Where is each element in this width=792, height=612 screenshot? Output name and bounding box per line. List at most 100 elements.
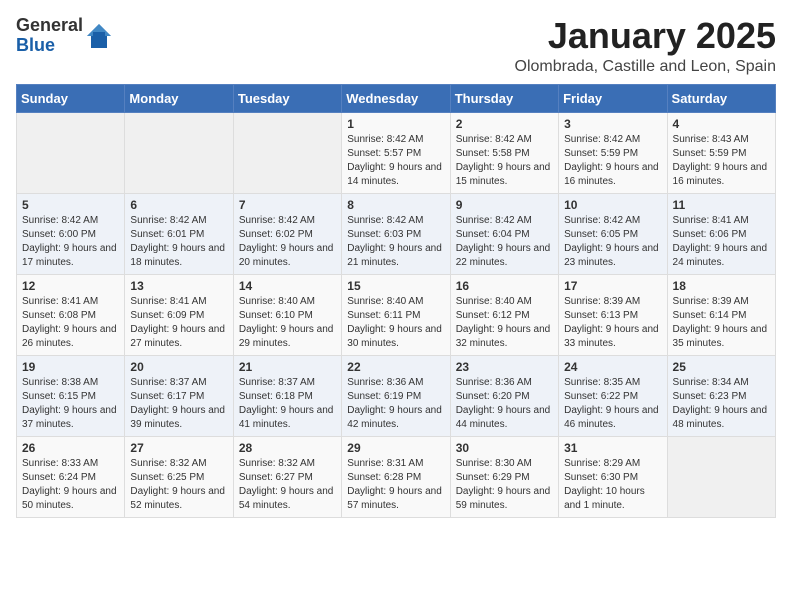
day-header-saturday: Saturday (667, 84, 775, 112)
calendar-cell: 24 Sunrise: 8:35 AMSunset: 6:22 PMDayligh… (559, 355, 667, 436)
calendar-cell: 14Sunrise: 8:40 AMSunset: 6:10 PMDayligh… (233, 274, 341, 355)
day-header-friday: Friday (559, 84, 667, 112)
cell-info: Sunrise: 8:41 AMSunset: 6:08 PMDaylight:… (22, 295, 119, 351)
calendar-cell: 12 Sunrise: 8:41 AMSunset: 6:08 PMDayligh… (17, 274, 125, 355)
calendar-cell: 10 Sunrise: 8:42 AMSunset: 6:05 PMDayligh… (559, 193, 667, 274)
calendar-cell (233, 112, 341, 193)
calendar-week-4: 19 Sunrise: 8:38 AMSunset: 6:15 PMDayligh… (17, 355, 776, 436)
cell-info: Sunrise: 8:42 AMSunset: 5:58 PMDaylight:… (456, 133, 553, 189)
cell-info: Sunrise: 8:36 AMSunset: 6:20 PMDaylight:… (456, 376, 553, 432)
day-number: 13 (130, 279, 227, 293)
calendar-week-5: 26 Sunrise: 8:33 AMSunset: 6:24 PMDayligh… (17, 436, 776, 517)
calendar-cell: 30Sunrise: 8:30 AMSunset: 6:29 PMDayligh… (450, 436, 558, 517)
calendar-cell (667, 436, 775, 517)
day-header-sunday: Sunday (17, 84, 125, 112)
cell-info: Sunrise: 8:32 AMSunset: 6:27 PMDaylight:… (239, 457, 336, 513)
calendar-week-1: 1 Sunrise: 8:42 AMSunset: 5:57 PMDaylight… (17, 112, 776, 193)
day-number: 23 (456, 360, 553, 374)
day-header-thursday: Thursday (450, 84, 558, 112)
day-number: 3 (564, 117, 661, 131)
cell-info: Sunrise: 8:37 AMSunset: 6:18 PMDaylight:… (239, 376, 336, 432)
day-number: 9 (456, 198, 553, 212)
day-number: 16 (456, 279, 553, 293)
day-number: 8 (347, 198, 444, 212)
cell-info: Sunrise: 8:29 AMSunset: 6:30 PMDaylight:… (564, 457, 661, 513)
calendar-cell: 18 Sunrise: 8:39 AMSunset: 6:14 PMDayligh… (667, 274, 775, 355)
day-number: 21 (239, 360, 336, 374)
calendar-header-row: SundayMondayTuesdayWednesdayThursdayFrid… (17, 84, 776, 112)
calendar-week-3: 12 Sunrise: 8:41 AMSunset: 6:08 PMDayligh… (17, 274, 776, 355)
cell-info: Sunrise: 8:41 AMSunset: 6:06 PMDaylight:… (673, 214, 770, 270)
day-number: 4 (673, 117, 770, 131)
logo-icon (85, 22, 113, 50)
calendar-cell: 3Sunrise: 8:42 AMSunset: 5:59 PMDaylight… (559, 112, 667, 193)
cell-info: Sunrise: 8:36 AMSunset: 6:19 PMDaylight:… (347, 376, 444, 432)
calendar-cell: 26 Sunrise: 8:33 AMSunset: 6:24 PMDayligh… (17, 436, 125, 517)
cell-info: Sunrise: 8:42 AMSunset: 5:57 PMDaylight:… (347, 133, 444, 189)
cell-info: Sunrise: 8:37 AMSunset: 6:17 PMDaylight:… (130, 376, 227, 432)
calendar-cell: 28Sunrise: 8:32 AMSunset: 6:27 PMDayligh… (233, 436, 341, 517)
calendar-cell: 9 Sunrise: 8:42 AMSunset: 6:04 PMDaylight… (450, 193, 558, 274)
day-number: 15 (347, 279, 444, 293)
calendar-week-2: 5 Sunrise: 8:42 AMSunset: 6:00 PMDaylight… (17, 193, 776, 274)
cell-info: Sunrise: 8:42 AMSunset: 6:05 PMDaylight:… (564, 214, 661, 270)
day-number: 1 (347, 117, 444, 131)
month-title: January 2025 (515, 16, 777, 56)
cell-info: Sunrise: 8:42 AMSunset: 6:04 PMDaylight:… (456, 214, 553, 270)
day-number: 26 (22, 441, 119, 455)
day-header-monday: Monday (125, 84, 233, 112)
calendar-cell: 31Sunrise: 8:29 AMSunset: 6:30 PMDayligh… (559, 436, 667, 517)
cell-info: Sunrise: 8:40 AMSunset: 6:10 PMDaylight:… (239, 295, 336, 351)
logo: General Blue (16, 16, 113, 56)
cell-info: Sunrise: 8:42 AMSunset: 6:02 PMDaylight:… (239, 214, 336, 270)
calendar-cell: 23 Sunrise: 8:36 AMSunset: 6:20 PMDayligh… (450, 355, 558, 436)
calendar-cell: 19 Sunrise: 8:38 AMSunset: 6:15 PMDayligh… (17, 355, 125, 436)
calendar-cell: 17Sunrise: 8:39 AMSunset: 6:13 PMDayligh… (559, 274, 667, 355)
cell-info: Sunrise: 8:40 AMSunset: 6:12 PMDaylight:… (456, 295, 553, 351)
day-number: 2 (456, 117, 553, 131)
logo-blue: Blue (16, 35, 55, 55)
day-number: 24 (564, 360, 661, 374)
cell-info: Sunrise: 8:33 AMSunset: 6:24 PMDaylight:… (22, 457, 119, 513)
day-header-wednesday: Wednesday (342, 84, 450, 112)
day-number: 11 (673, 198, 770, 212)
day-number: 22 (347, 360, 444, 374)
calendar-cell: 13 Sunrise: 8:41 AMSunset: 6:09 PMDayligh… (125, 274, 233, 355)
day-number: 30 (456, 441, 553, 455)
cell-info: Sunrise: 8:42 AMSunset: 6:00 PMDaylight:… (22, 214, 119, 270)
calendar-cell (17, 112, 125, 193)
calendar-cell (125, 112, 233, 193)
cell-info: Sunrise: 8:43 AMSunset: 5:59 PMDaylight:… (673, 133, 770, 189)
calendar-cell: 29 Sunrise: 8:31 AMSunset: 6:28 PMDayligh… (342, 436, 450, 517)
day-number: 7 (239, 198, 336, 212)
calendar-cell: 25 Sunrise: 8:34 AMSunset: 6:23 PMDayligh… (667, 355, 775, 436)
day-number: 12 (22, 279, 119, 293)
day-number: 25 (673, 360, 770, 374)
page-header: General Blue January 2025 Olombrada, Cas… (16, 16, 776, 76)
day-number: 20 (130, 360, 227, 374)
day-header-tuesday: Tuesday (233, 84, 341, 112)
cell-info: Sunrise: 8:31 AMSunset: 6:28 PMDaylight:… (347, 457, 444, 513)
day-number: 10 (564, 198, 661, 212)
calendar-cell: 11 Sunrise: 8:41 AMSunset: 6:06 PMDayligh… (667, 193, 775, 274)
day-number: 19 (22, 360, 119, 374)
calendar-cell: 2 Sunrise: 8:42 AMSunset: 5:58 PMDaylight… (450, 112, 558, 193)
location-title: Olombrada, Castille and Leon, Spain (515, 58, 777, 76)
day-number: 29 (347, 441, 444, 455)
cell-info: Sunrise: 8:35 AMSunset: 6:22 PMDaylight:… (564, 376, 661, 432)
calendar-cell: 15 Sunrise: 8:40 AMSunset: 6:11 PMDayligh… (342, 274, 450, 355)
calendar-cell: 8Sunrise: 8:42 AMSunset: 6:03 PMDaylight… (342, 193, 450, 274)
day-number: 27 (130, 441, 227, 455)
calendar-cell: 21 Sunrise: 8:37 AMSunset: 6:18 PMDayligh… (233, 355, 341, 436)
cell-info: Sunrise: 8:34 AMSunset: 6:23 PMDaylight:… (673, 376, 770, 432)
title-block: January 2025 Olombrada, Castille and Leo… (515, 16, 777, 76)
calendar-cell: 4 Sunrise: 8:43 AMSunset: 5:59 PMDaylight… (667, 112, 775, 193)
day-number: 5 (22, 198, 119, 212)
cell-info: Sunrise: 8:39 AMSunset: 6:14 PMDaylight:… (673, 295, 770, 351)
cell-info: Sunrise: 8:38 AMSunset: 6:15 PMDaylight:… (22, 376, 119, 432)
day-number: 17 (564, 279, 661, 293)
day-number: 18 (673, 279, 770, 293)
cell-info: Sunrise: 8:41 AMSunset: 6:09 PMDaylight:… (130, 295, 227, 351)
calendar-cell: 1 Sunrise: 8:42 AMSunset: 5:57 PMDaylight… (342, 112, 450, 193)
cell-info: Sunrise: 8:40 AMSunset: 6:11 PMDaylight:… (347, 295, 444, 351)
